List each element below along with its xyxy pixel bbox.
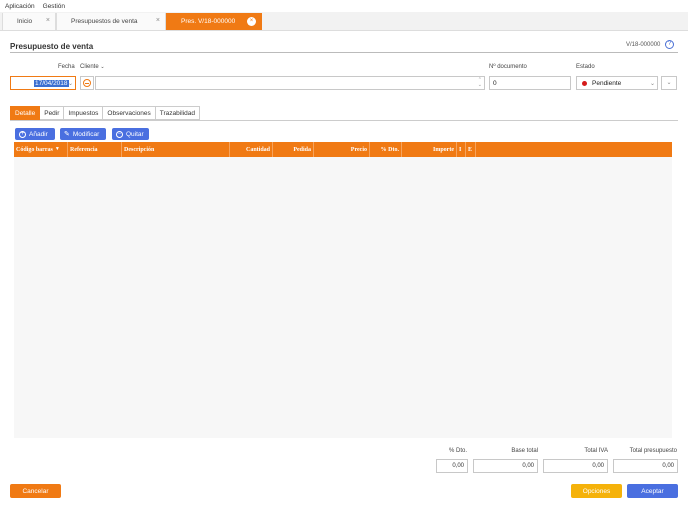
dto-total-label: % Dto.	[448, 448, 467, 454]
add-button[interactable]: + Añadir	[15, 128, 55, 140]
fecha-label: Fecha	[58, 64, 75, 70]
col-e[interactable]: E	[466, 142, 476, 157]
options-button[interactable]: Opciones	[571, 484, 622, 498]
close-icon[interactable]: ×	[247, 17, 256, 26]
page-title: Presupuesto de venta	[10, 42, 94, 51]
dto-total-field[interactable]: 0,00	[436, 459, 468, 473]
edit-button-label: Modificar	[72, 130, 100, 138]
chevron-down-icon[interactable]: ⌄	[100, 64, 104, 70]
col-referencia[interactable]: Referencia	[68, 142, 122, 157]
title-divider	[10, 52, 678, 53]
minus-icon: −	[116, 130, 123, 138]
close-icon[interactable]: ×	[46, 17, 50, 24]
help-icon[interactable]: ?	[665, 40, 674, 49]
estado-label: Estado	[576, 64, 595, 70]
estado-select[interactable]: Pendiente ⌄	[576, 76, 658, 90]
plus-icon: +	[19, 130, 26, 138]
col-codigo-barras[interactable]: Código barras ▼	[14, 142, 68, 157]
remove-button-label: Quitar	[126, 130, 144, 138]
tab-bar: Inicio × Presupuestos de venta × Pres. V…	[0, 12, 688, 31]
iva-total-field[interactable]: 0,00	[543, 459, 608, 473]
fecha-input[interactable]: 17/04/2018 ⌄	[10, 76, 76, 90]
col-i[interactable]: I	[457, 142, 466, 157]
add-button-label: Añadir	[29, 130, 48, 138]
menu-bar: Aplicación Gestión	[0, 0, 688, 12]
ndoc-label: Nº documento	[489, 64, 527, 70]
grid-header: Código barras ▼ Referencia Descripción C…	[14, 142, 672, 157]
tab-impuestos[interactable]: Impuestos	[64, 106, 104, 120]
col-codigo-barras-label: Código barras	[16, 146, 53, 153]
estado-value: Pendiente	[592, 79, 622, 87]
subtabs-divider	[10, 120, 678, 121]
tab-presupuestos-label: Presupuestos de venta	[71, 18, 138, 25]
tab-observaciones[interactable]: Observaciones	[103, 106, 156, 120]
tab-presupuesto-actual[interactable]: Pres. V/18-000000 ×	[166, 13, 262, 30]
cliente-label-text: Cliente	[80, 64, 99, 70]
document-id: V/18-000000	[626, 42, 661, 48]
col-importe[interactable]: Importe	[402, 142, 457, 157]
menu-gestion[interactable]: Gestión	[43, 3, 65, 10]
base-total-field[interactable]: 0,00	[473, 459, 538, 473]
ndoc-value: 0	[493, 79, 497, 87]
col-precio[interactable]: Precio	[314, 142, 370, 157]
remove-button[interactable]: − Quitar	[112, 128, 149, 140]
spinner-icon[interactable]: ⌃ ⌄	[478, 78, 482, 88]
tab-presupuestos[interactable]: Presupuestos de venta ×	[56, 13, 166, 30]
estado-menu-button[interactable]: ⌄	[661, 76, 677, 90]
presupuesto-total-label: Total presupuesto	[629, 448, 677, 454]
lines-grid[interactable]: Código barras ▼ Referencia Descripción C…	[14, 142, 672, 438]
col-descripcion[interactable]: Descripción	[122, 142, 230, 157]
tab-inicio[interactable]: Inicio ×	[2, 13, 56, 30]
cancel-button[interactable]: Cancelar	[10, 484, 61, 498]
detail-tabs: Detalle Pedir Impuestos Observaciones Tr…	[10, 106, 200, 120]
col-dto[interactable]: % Dto.	[370, 142, 402, 157]
cliente-input[interactable]: ⌃ ⌄	[95, 76, 485, 90]
cliente-label: Cliente ⌄	[80, 64, 105, 70]
sort-down-icon: ▼	[54, 147, 60, 152]
chevron-down-icon[interactable]: ⌄	[68, 80, 73, 87]
client-search-icon[interactable]	[80, 76, 94, 90]
close-icon[interactable]: ×	[156, 17, 160, 24]
tab-presupuesto-actual-label: Pres. V/18-000000	[181, 18, 236, 25]
fecha-value: 17/04/2018	[34, 79, 69, 87]
tab-trazabilidad[interactable]: Trazabilidad	[155, 106, 200, 120]
chevron-down-icon[interactable]: ⌄	[650, 80, 655, 87]
col-pedida[interactable]: Pedida	[273, 142, 314, 157]
accept-button[interactable]: Aceptar	[627, 484, 678, 498]
edit-button[interactable]: ✎ Modificar	[60, 128, 106, 140]
status-dot-icon	[582, 80, 587, 86]
tab-pedir[interactable]: Pedir	[40, 106, 65, 120]
base-total-label: Base total	[511, 448, 538, 454]
ndoc-input[interactable]: 0	[489, 76, 571, 90]
col-cantidad[interactable]: Cantidad	[230, 142, 273, 157]
presupuesto-total-field[interactable]: 0,00	[613, 459, 678, 473]
pencil-icon: ✎	[64, 131, 70, 138]
tab-inicio-label: Inicio	[17, 18, 33, 25]
tab-detalle[interactable]: Detalle	[10, 106, 41, 120]
iva-total-label: Total IVA	[584, 448, 608, 454]
menu-aplicacion[interactable]: Aplicación	[5, 3, 35, 10]
